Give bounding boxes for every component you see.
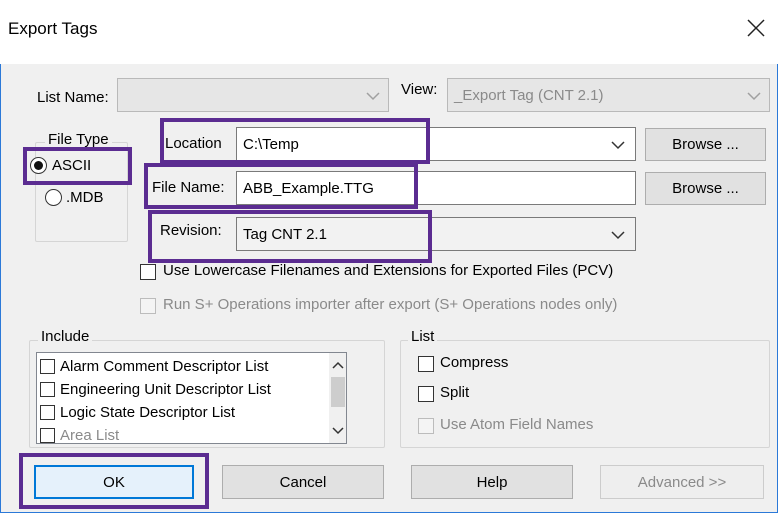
- split-checkbox[interactable]: [418, 386, 434, 402]
- atom-field-names-checkbox[interactable]: [418, 418, 434, 434]
- list-name-combo[interactable]: [117, 78, 389, 112]
- list-item[interactable]: Logic State Descriptor List: [40, 401, 235, 423]
- radio-selected-dot: [34, 161, 43, 170]
- view-label: View:: [401, 81, 438, 98]
- scroll-down-icon[interactable]: [332, 427, 344, 435]
- run-importer-label: Run S+ Operations importer after export …: [163, 296, 618, 313]
- scroll-thumb[interactable]: [331, 377, 345, 407]
- file-name-value: ABB_Example.TTG: [243, 179, 374, 197]
- lowercase-checkbox[interactable]: [140, 264, 156, 280]
- location-value: C:\Temp: [243, 135, 299, 153]
- include-scrollbar[interactable]: [329, 353, 346, 443]
- compress-label: Compress: [440, 354, 509, 371]
- location-browse-button[interactable]: Browse ...: [645, 128, 766, 161]
- list-item[interactable]: Engineering Unit Descriptor List: [40, 378, 271, 400]
- window-title: Export Tags: [8, 19, 98, 38]
- include-item-label: Engineering Unit Descriptor List: [60, 380, 271, 398]
- radio-ascii-label: ASCII: [52, 157, 92, 174]
- view-combo[interactable]: _Export Tag (CNT 2.1): [447, 78, 770, 112]
- chevron-down-icon: [366, 92, 380, 101]
- lowercase-label: Use Lowercase Filenames and Extensions f…: [163, 262, 614, 279]
- list-name-label: List Name:: [37, 89, 109, 106]
- radio-mdb-label: .MDB: [66, 189, 104, 206]
- include-item-label: Area List: [60, 426, 120, 444]
- help-button[interactable]: Help: [411, 465, 573, 499]
- scroll-up-icon[interactable]: [332, 361, 344, 369]
- cancel-button[interactable]: Cancel: [222, 465, 384, 499]
- split-label: Split: [440, 384, 470, 401]
- include-listbox[interactable]: Alarm Comment Descriptor List Engineerin…: [36, 352, 347, 444]
- chevron-down-icon: [611, 231, 625, 240]
- title-bar: Export Tags: [0, 0, 778, 64]
- revision-combo[interactable]: Tag CNT 2.1: [236, 217, 636, 251]
- include-title: Include: [38, 328, 93, 345]
- radio-mdb[interactable]: [45, 189, 62, 206]
- location-combo[interactable]: C:\Temp: [236, 127, 636, 161]
- file-name-label: File Name:: [152, 179, 225, 196]
- include-item-checkbox[interactable]: [40, 427, 55, 443]
- atom-field-names-label: Use Atom Field Names: [440, 416, 594, 433]
- include-item-checkbox[interactable]: [40, 381, 55, 397]
- file-name-browse-button[interactable]: Browse ...: [645, 172, 766, 205]
- run-importer-checkbox[interactable]: [140, 298, 156, 314]
- include-item-label: Logic State Descriptor List: [60, 403, 236, 421]
- close-icon[interactable]: [745, 17, 767, 39]
- file-name-input[interactable]: ABB_Example.TTG: [236, 171, 636, 205]
- compress-checkbox[interactable]: [418, 356, 434, 372]
- include-item-checkbox[interactable]: [40, 358, 55, 374]
- file-type-title: File Type: [45, 131, 112, 148]
- list-group-title: List: [408, 328, 438, 345]
- ok-button[interactable]: OK: [34, 465, 194, 499]
- revision-label: Revision:: [160, 222, 222, 239]
- include-item-checkbox[interactable]: [40, 404, 55, 420]
- include-item-label: Alarm Comment Descriptor List: [60, 357, 269, 375]
- advanced-button[interactable]: Advanced >>: [600, 465, 764, 499]
- view-value: _Export Tag (CNT 2.1): [454, 86, 604, 104]
- list-item[interactable]: Alarm Comment Descriptor List: [40, 355, 268, 377]
- radio-ascii[interactable]: [30, 157, 47, 174]
- chevron-down-icon: [611, 141, 625, 150]
- chevron-down-icon: [747, 92, 761, 101]
- location-label: Location: [165, 135, 222, 152]
- list-item[interactable]: Area List: [40, 424, 120, 444]
- revision-value: Tag CNT 2.1: [243, 225, 327, 243]
